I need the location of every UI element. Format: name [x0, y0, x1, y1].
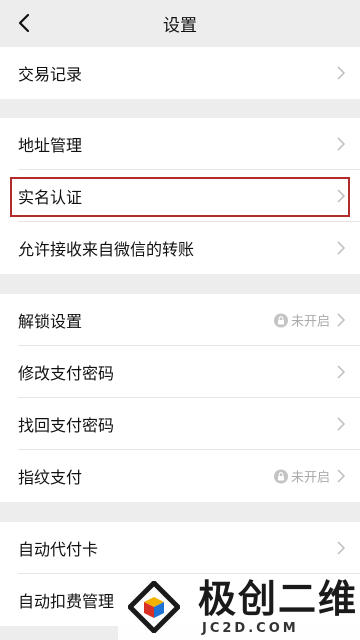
watermark: 极创二维 JC2D.COM	[118, 575, 360, 640]
chevron-right-icon	[337, 469, 346, 483]
menu-item-change-payment-password[interactable]: 修改支付密码	[0, 346, 360, 398]
chevron-left-icon	[18, 13, 30, 33]
menu-item-label: 交易记录	[18, 65, 83, 84]
menu-item-label: 找回支付密码	[18, 416, 115, 435]
chevron-right-icon	[337, 66, 346, 80]
menu-item-label: 自动代付卡	[18, 540, 99, 559]
chevron-right-icon	[337, 365, 346, 379]
menu-item-label: 指纹支付	[18, 468, 83, 487]
nav-bar: 设置	[0, 0, 360, 46]
menu-item-address-management[interactable]: 地址管理	[0, 118, 360, 170]
settings-group-transactions: 交易记录	[0, 47, 360, 99]
menu-item-transaction-records[interactable]: 交易记录	[0, 47, 360, 99]
watermark-logo-icon	[128, 581, 180, 633]
chevron-right-icon	[337, 137, 346, 151]
menu-item-auto-pay-card[interactable]: 自动代付卡	[0, 522, 360, 574]
menu-item-fingerprint-payment[interactable]: 指纹支付 未开启	[0, 450, 360, 502]
menu-item-real-name-verification[interactable]: 实名认证	[0, 170, 360, 222]
chevron-right-icon	[337, 241, 346, 255]
chevron-right-icon	[337, 189, 346, 203]
menu-item-label: 地址管理	[18, 136, 83, 155]
watermark-subtitle: JC2D.COM	[202, 621, 299, 636]
chevron-right-icon	[337, 417, 346, 431]
status-indicator: 未开启	[273, 467, 330, 486]
menu-item-unlock-settings[interactable]: 解锁设置 未开启	[0, 294, 360, 346]
status-text: 未开启	[290, 314, 330, 330]
chevron-right-icon	[337, 313, 346, 327]
settings-group-security: 解锁设置 未开启 修改支付密码 找回支付密码 指纹支付 未开启	[0, 294, 360, 502]
menu-item-label: 修改支付密码	[18, 364, 115, 383]
menu-item-label: 解锁设置	[18, 312, 83, 331]
menu-item-label: 实名认证	[18, 188, 83, 207]
settings-group-account: 地址管理 实名认证 允许接收来自微信的转账	[0, 118, 360, 274]
status-text: 未开启	[290, 470, 330, 486]
lock-icon	[273, 313, 288, 327]
menu-item-wechat-transfers[interactable]: 允许接收来自微信的转账	[0, 222, 360, 274]
menu-item-recover-payment-password[interactable]: 找回支付密码	[0, 398, 360, 450]
chevron-right-icon	[337, 541, 346, 555]
menu-item-label: 自动扣费管理	[18, 592, 115, 611]
page-title: 设置	[163, 15, 197, 36]
watermark-title: 极创二维	[198, 577, 359, 621]
menu-item-label: 允许接收来自微信的转账	[18, 240, 195, 259]
back-button[interactable]	[10, 9, 38, 37]
lock-icon	[273, 469, 288, 483]
status-indicator: 未开启	[273, 311, 330, 330]
